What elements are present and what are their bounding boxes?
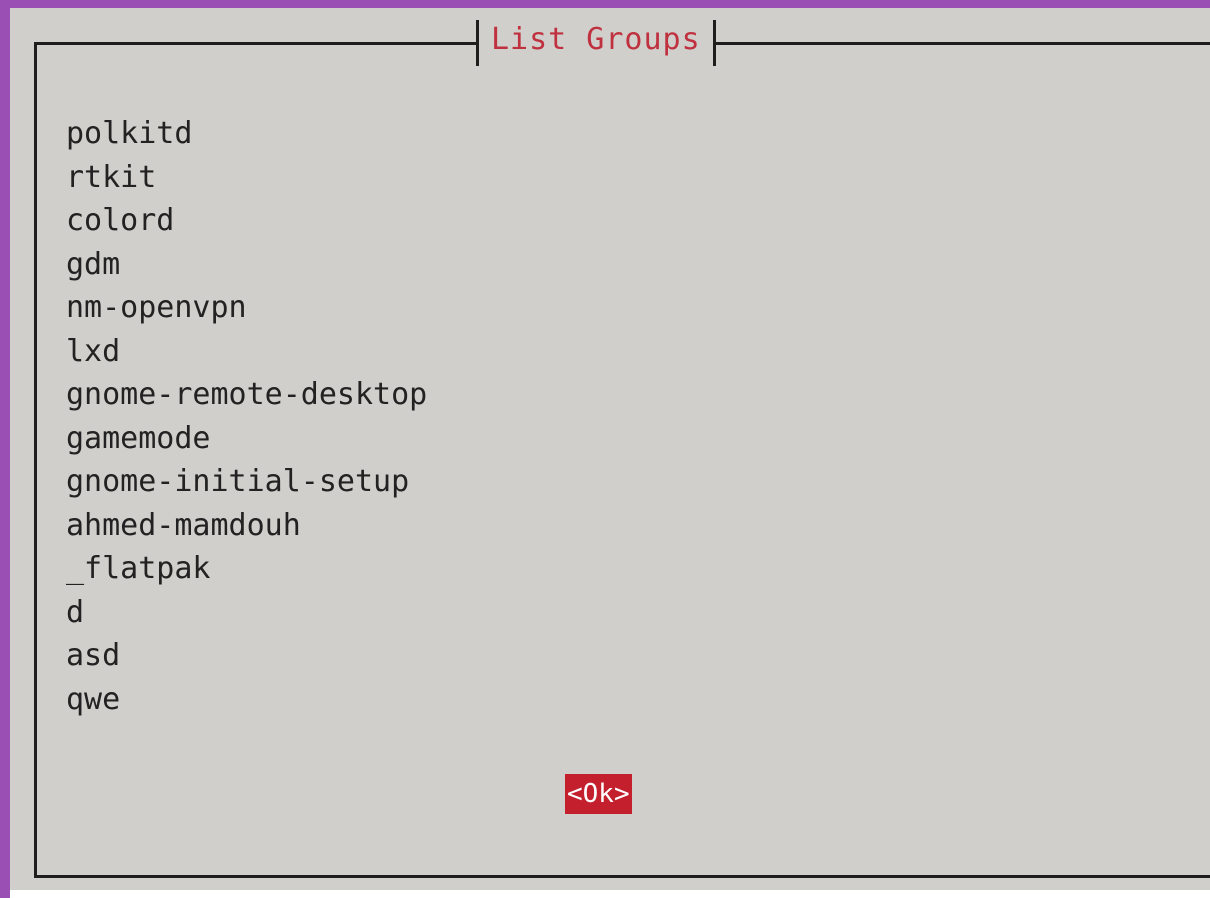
dialog-title-box: List Groups <box>476 20 716 66</box>
list-item: gdm <box>66 246 121 282</box>
ok-button[interactable]: <Ok> <box>565 774 632 814</box>
list-item: asd <box>66 638 121 673</box>
list-item: gnome-remote-desktop <box>66 377 428 412</box>
group-list: polkitd rtkit colord gdm nm-openvpn lxd … <box>66 112 427 721</box>
list-item: _flatpak <box>66 551 211 586</box>
list-item: nm-openvpn <box>66 290 247 325</box>
list-item: qwe <box>66 681 121 717</box>
list-item: colord <box>66 203 175 238</box>
terminal-window: List Groups polkitd rtkit colord gdm nm-… <box>0 0 1210 898</box>
list-item: ahmed-mamdouh <box>66 507 301 543</box>
dialog-title: List Groups <box>491 22 701 57</box>
list-item: polkitd <box>66 116 193 151</box>
list-item: gnome-initial-setup <box>66 464 410 499</box>
list-item: rtkit <box>66 159 157 195</box>
list-item: lxd <box>66 333 121 369</box>
list-item: gamemode <box>66 420 211 456</box>
window-bottom-edge <box>10 890 1210 898</box>
list-item: d <box>66 594 85 630</box>
